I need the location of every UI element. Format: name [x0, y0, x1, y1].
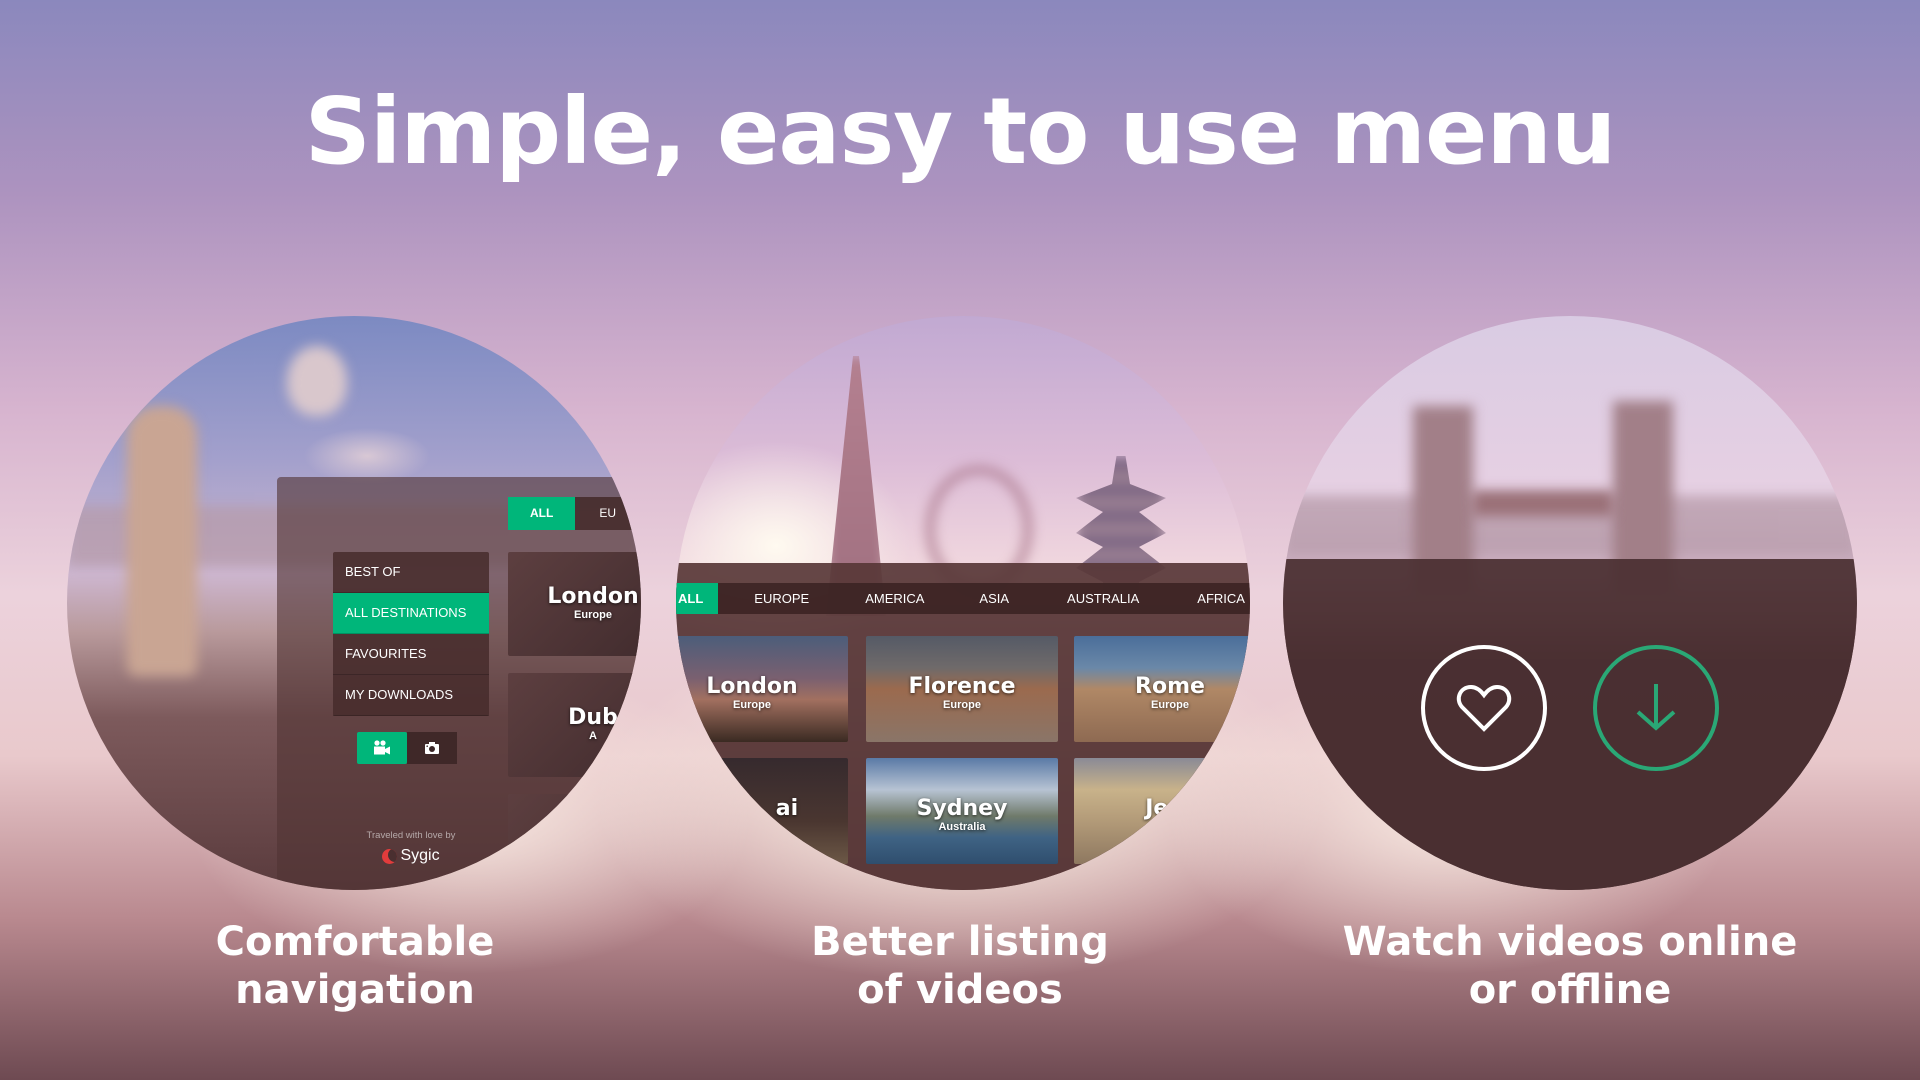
photo-mode-button[interactable]	[407, 732, 457, 764]
card-region: Europe	[943, 699, 981, 711]
navigation-panel: ALL EU BEST OF ALL DESTINATIONS FAVOURIT…	[277, 477, 641, 890]
caption-line: Comfortable	[215, 919, 495, 965]
tab-europe[interactable]: EU	[575, 497, 640, 530]
page-headline: Simple, easy to use menu	[304, 78, 1617, 185]
card-title: London	[706, 674, 798, 699]
menu-item-best-of[interactable]: BEST OF	[333, 552, 489, 593]
favourite-button[interactable]	[1421, 645, 1547, 771]
card-title: Dub	[568, 705, 618, 730]
tab-all[interactable]: ALL	[508, 497, 576, 530]
card-region: Europe	[574, 609, 612, 621]
video-camera-icon	[374, 740, 390, 755]
video-mode-button[interactable]	[357, 732, 407, 764]
tower-bridge-walkway	[1473, 491, 1613, 516]
card-region: Australia	[938, 821, 986, 833]
feature-caption-listing: Better listing of videos	[660, 918, 1260, 1014]
card-title: Sydney	[916, 796, 1008, 821]
download-arrow-icon	[1636, 684, 1676, 731]
card-title: London	[547, 584, 639, 609]
tab-america[interactable]: AMERICA	[865, 583, 924, 614]
download-button[interactable]	[1593, 645, 1719, 771]
tab-europe[interactable]: EUROPE	[754, 583, 809, 614]
tab-asia[interactable]: ASIA	[979, 583, 1009, 614]
menu-item-all-destinations[interactable]: ALL DESTINATIONS	[333, 593, 489, 634]
region-tabs: ALL EU	[508, 497, 640, 530]
card-title: Florence	[908, 674, 1016, 699]
card-region: Europe	[1151, 699, 1189, 711]
listing-panel: ALL EUROPE AMERICA ASIA AUSTRALIA AFRICA…	[676, 563, 1250, 890]
destination-card[interactable]: London Europe	[508, 552, 641, 656]
credit-text: Traveled with love by	[366, 830, 456, 841]
destination-card-jerusalem[interactable]: Jeru	[1074, 758, 1250, 864]
card-title: Jeru	[1145, 796, 1195, 821]
destination-card[interactable]: Dub A	[508, 673, 641, 777]
tab-australia[interactable]: AUSTRALIA	[1067, 583, 1139, 614]
region-tab-bar: ALL EUROPE AMERICA ASIA AUSTRALIA AFRICA	[676, 583, 1250, 614]
feature-caption-navigation: Comfortable navigation	[55, 918, 655, 1014]
feature-caption-offline: Watch videos online or offline	[1270, 918, 1870, 1014]
sygic-logo-icon	[382, 848, 398, 864]
caption-line: of videos	[857, 967, 1063, 1013]
brand-name: Sygic	[400, 847, 440, 864]
card-title: ai	[775, 796, 799, 821]
destination-card-florence[interactable]: Florence Europe	[866, 636, 1058, 742]
sidebar-menu: BEST OF ALL DESTINATIONS FAVOURITES MY D…	[333, 552, 489, 716]
caption-line: Better listing	[811, 919, 1109, 965]
media-type-toggle	[357, 732, 457, 764]
video-action-bar	[1283, 559, 1857, 890]
photo-camera-icon	[425, 742, 439, 754]
destination-card-london[interactable]: London Europe	[676, 636, 848, 742]
card-region: Europe	[733, 699, 771, 711]
destination-card[interactable]	[508, 794, 641, 890]
card-title: Rome	[1135, 674, 1205, 699]
feature-circle-offline	[1283, 316, 1857, 890]
card-region: A	[589, 730, 597, 742]
brand-logo: Sygic	[333, 847, 489, 865]
statue-of-liberty-image	[127, 406, 197, 676]
menu-item-my-downloads[interactable]: MY DOWNLOADS	[333, 675, 489, 716]
hot-air-balloon-image	[287, 346, 347, 416]
menu-item-favourites[interactable]: FAVOURITES	[333, 634, 489, 675]
caption-line: navigation	[235, 967, 475, 1013]
tab-africa[interactable]: AFRICA	[1197, 583, 1245, 614]
feature-circle-listing: ALL EUROPE AMERICA ASIA AUSTRALIA AFRICA…	[676, 316, 1250, 890]
feature-circle-navigation: ALL EU BEST OF ALL DESTINATIONS FAVOURIT…	[67, 316, 641, 890]
destination-card-rome[interactable]: Rome Europe	[1074, 636, 1250, 742]
destination-card-sydney[interactable]: Sydney Australia	[866, 758, 1058, 864]
tab-all[interactable]: ALL	[676, 583, 719, 614]
caption-line: or offline	[1468, 967, 1672, 1013]
heart-icon	[1456, 684, 1512, 732]
caption-line: Watch videos online	[1342, 919, 1798, 965]
destination-card-dubai[interactable]: ai	[676, 758, 848, 864]
